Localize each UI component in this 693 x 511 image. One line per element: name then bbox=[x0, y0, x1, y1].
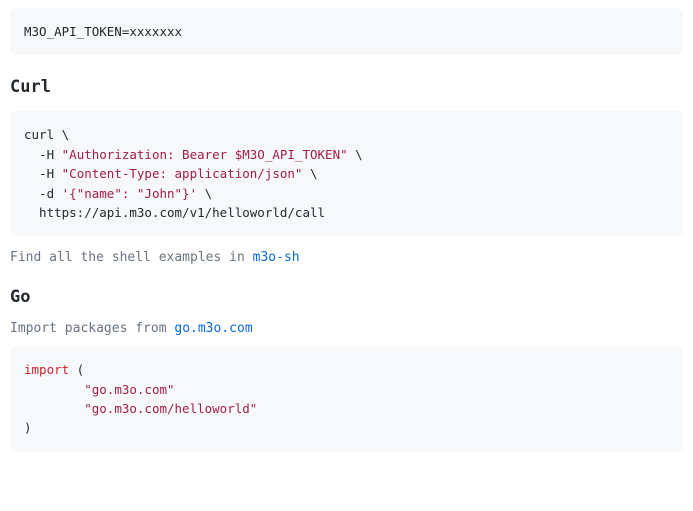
curl-heading: Curl bbox=[10, 77, 683, 97]
go-m3o-link[interactable]: go.m3o.com bbox=[174, 321, 252, 336]
code-line: ) bbox=[24, 420, 32, 435]
m3o-sh-link[interactable]: m3o-sh bbox=[253, 250, 300, 265]
code-line: "go.m3o.com/helloworld" bbox=[24, 401, 257, 416]
code-line: -H "Authorization: Bearer $M3O_API_TOKEN… bbox=[24, 147, 363, 162]
string-token: '{"name": "John"}' bbox=[62, 186, 197, 201]
code-line: M3O_API_TOKEN=xxxxxxx bbox=[24, 24, 182, 39]
code-line: -H "Content-Type: application/json" \ bbox=[24, 166, 318, 181]
code-line: -d '{"name": "John"}' \ bbox=[24, 186, 212, 201]
string-token: "go.m3o.com/helloworld" bbox=[84, 401, 257, 416]
env-code-block: M3O_API_TOKEN=xxxxxxx bbox=[10, 8, 683, 55]
code-line: "go.m3o.com" bbox=[24, 382, 175, 397]
go-heading: Go bbox=[10, 287, 683, 307]
string-token: "Authorization: Bearer $M3O_API_TOKEN" bbox=[62, 147, 348, 162]
curl-code-block: curl \ -H "Authorization: Bearer $M3O_AP… bbox=[10, 111, 683, 236]
keyword-token: import bbox=[24, 362, 69, 377]
code-line: curl \ bbox=[24, 127, 69, 142]
string-token: "go.m3o.com" bbox=[84, 382, 174, 397]
go-import-text: Import packages from go.m3o.com bbox=[10, 321, 683, 336]
code-line: https://api.m3o.com/v1/helloworld/call bbox=[24, 205, 325, 220]
string-token: "Content-Type: application/json" bbox=[62, 166, 303, 181]
shell-examples-text: Find all the shell examples in m3o-sh bbox=[10, 250, 683, 265]
code-line: import ( bbox=[24, 362, 84, 377]
go-code-block: import ( "go.m3o.com" "go.m3o.com/hellow… bbox=[10, 346, 683, 452]
